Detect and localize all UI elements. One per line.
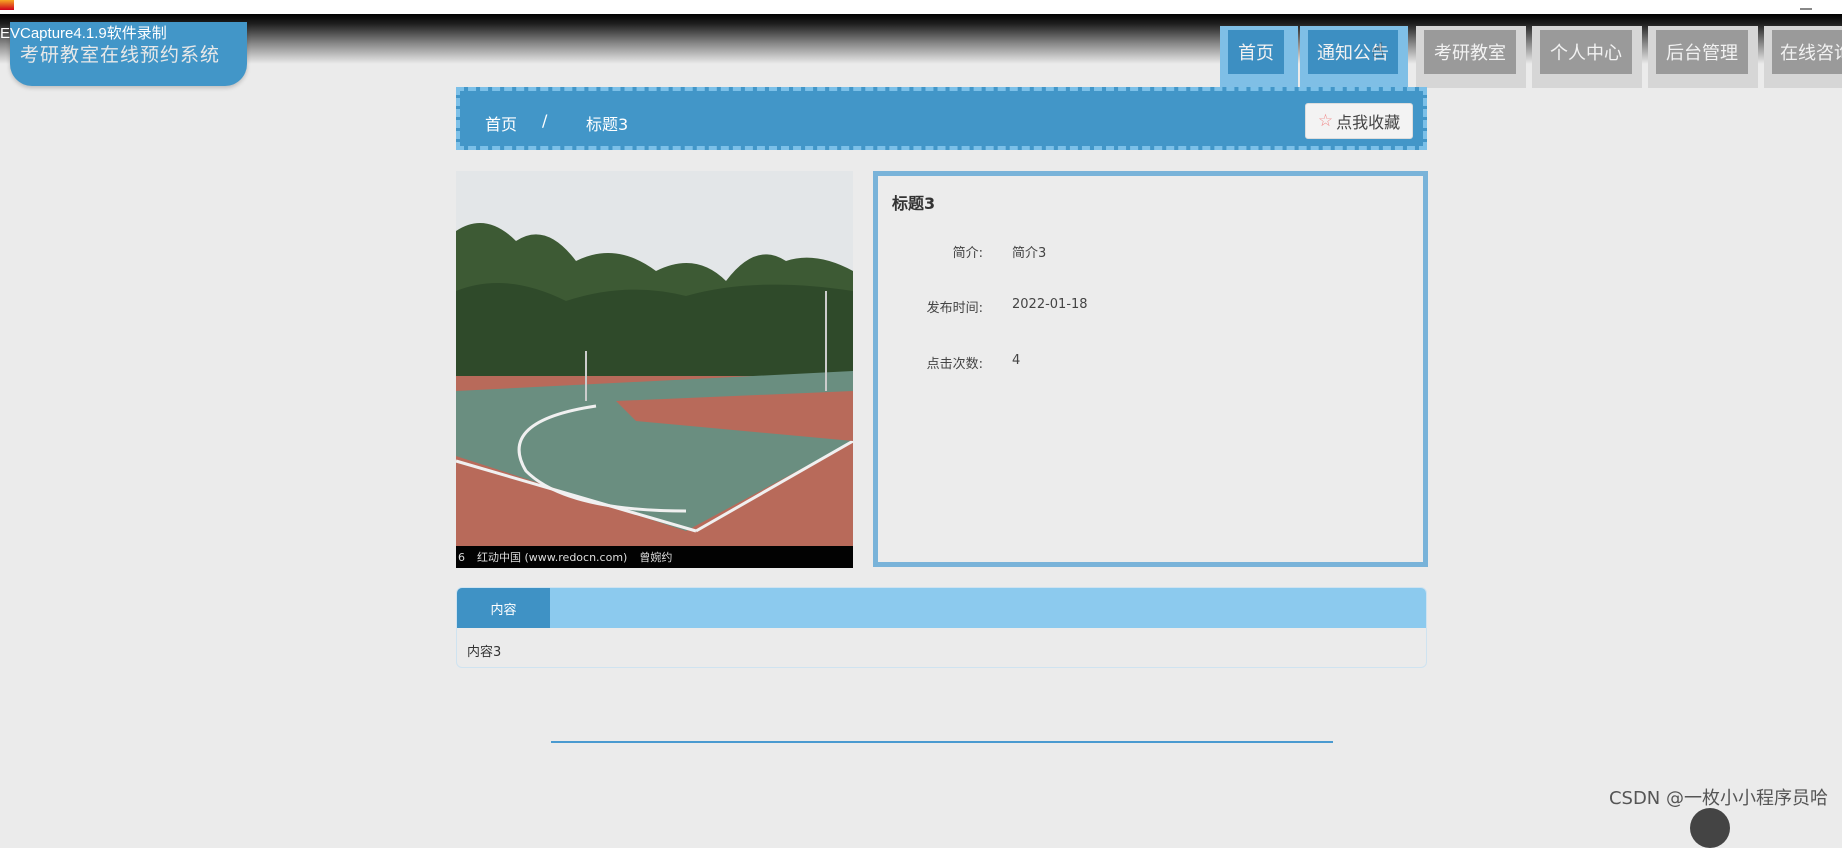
breadcrumb-current: 标题3 — [586, 115, 629, 134]
nav-item-profile[interactable]: 个人中心 — [1532, 26, 1642, 88]
content-text: 内容3 — [467, 645, 502, 660]
detail-label-clicks: 点击次数: — [926, 357, 983, 372]
favorite-button[interactable]: ☆ 点我收藏 — [1305, 103, 1413, 139]
nav-item-home[interactable]: 首页 — [1220, 26, 1298, 88]
nav-item-admin[interactable]: 后台管理 — [1648, 26, 1758, 88]
tab-content[interactable]: 内容 — [457, 588, 550, 628]
detail-title: 标题3 — [892, 194, 936, 213]
hand-cursor-icon: ☝ — [1372, 38, 1385, 62]
item-photo: 6 红动中国 (www.redocn.com) 曾婉约 — [456, 171, 853, 568]
photo-caption-number: 6 — [458, 550, 465, 564]
photo-caption-source: 红动中国 (www.redocn.com) — [477, 551, 628, 564]
window-title-bar — [0, 0, 1842, 14]
nav-item-classrooms[interactable]: 考研教室 — [1416, 26, 1526, 88]
basketball-court-image — [456, 171, 853, 568]
nav-item-label: 个人中心 — [1540, 30, 1632, 74]
content-panel: 内容 内容3 — [456, 587, 1427, 668]
breadcrumb: 首页 / 标题3 ☆ 点我收藏 — [456, 87, 1427, 150]
nav-item-label: 通知公告 — [1308, 30, 1398, 74]
detail-value-intro: 简介3 — [1012, 246, 1047, 261]
breadcrumb-home[interactable]: 首页 — [485, 111, 517, 135]
tab-strip — [457, 588, 1426, 628]
nav-item-label: 首页 — [1228, 30, 1284, 74]
footer-divider — [551, 741, 1333, 743]
minimize-icon[interactable] — [1800, 2, 1812, 10]
favorite-label: 点我收藏 — [1336, 113, 1401, 132]
nav-item-notices[interactable]: 通知公告 — [1300, 26, 1408, 88]
star-outline-icon: ☆ — [1317, 111, 1334, 131]
nav-item-label: 考研教室 — [1424, 30, 1516, 74]
nav-item-label: 后台管理 — [1656, 30, 1748, 74]
detail-label-published: 发布时间: — [926, 301, 983, 316]
detail-panel: 标题3 简介: 简介3 发布时间: 2022-01-18 点击次数: 4 — [873, 171, 1428, 567]
detail-value-published: 2022-01-18 — [1012, 297, 1088, 312]
csdn-watermark: CSDN @一枚小小程序员哈 — [1608, 788, 1828, 809]
floating-button[interactable] — [1690, 808, 1730, 848]
capture-watermark: EVCapture4.1.9软件录制 — [0, 25, 167, 42]
nav-item-consult[interactable]: 在线咨询 — [1764, 26, 1842, 88]
site-title: 考研教室在线预约系统 — [20, 44, 221, 66]
detail-value-clicks: 4 — [1012, 353, 1021, 368]
detail-label-intro: 简介: — [952, 246, 983, 261]
photo-caption-author: 曾婉约 — [639, 551, 673, 564]
nav-item-label: 在线咨询 — [1772, 30, 1842, 74]
app-icon — [0, 0, 14, 10]
breadcrumb-separator: / — [542, 111, 548, 130]
photo-caption: 6 红动中国 (www.redocn.com) 曾婉约 — [456, 546, 853, 568]
